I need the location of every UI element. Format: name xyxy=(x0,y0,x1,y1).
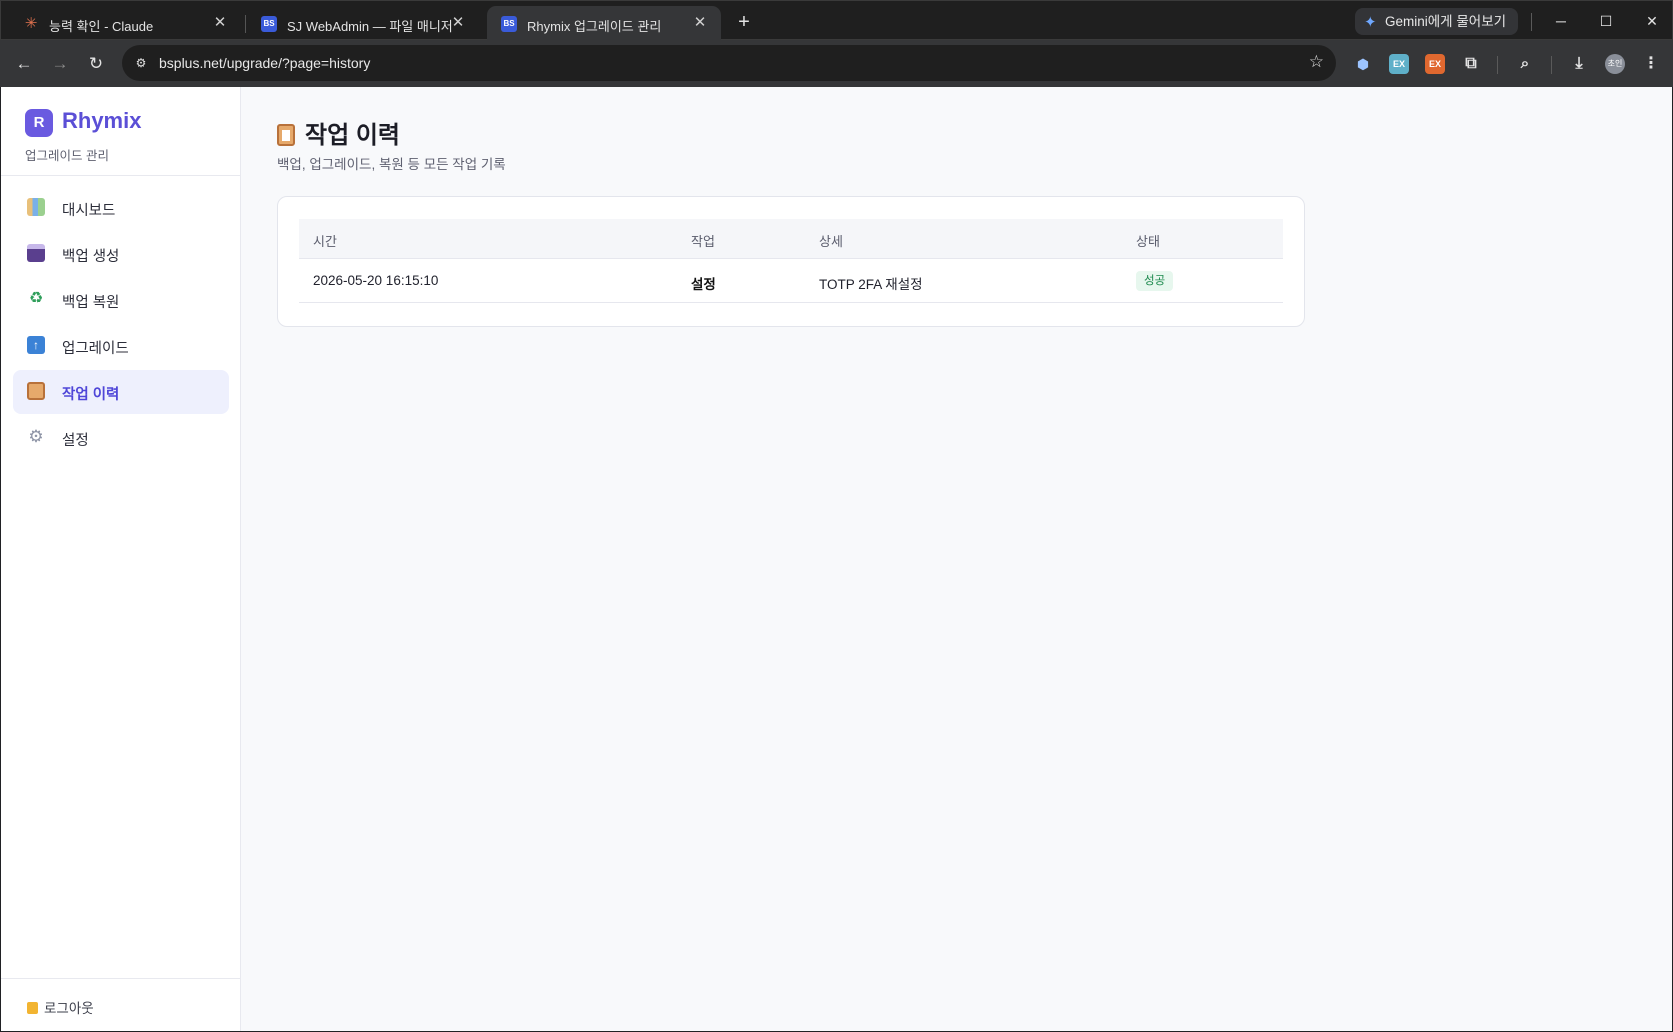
divider xyxy=(1,175,241,176)
gemini-sparkle-icon: ✦ xyxy=(1364,14,1377,31)
sidebar-item-dashboard[interactable]: 대시보드 xyxy=(13,186,229,230)
logout-label: 로그아웃 xyxy=(44,1001,94,1016)
menu-kebab-icon[interactable]: ⋮ xyxy=(1641,54,1661,74)
cell-detail: TOTP 2FA 재설정 xyxy=(819,277,923,292)
gear-icon: ⚙ xyxy=(28,427,44,446)
new-tab-button[interactable]: + xyxy=(731,10,757,36)
page: R Rhymix 업그레이드 관리 대시보드 백업 생성 ♻ 백업 복원 ↑ 업… xyxy=(1,87,1672,1031)
back-icon[interactable]: ← xyxy=(10,50,38,78)
sidebar-item-history[interactable]: 작업 이력 xyxy=(13,370,229,414)
status-badge: 성공 xyxy=(1136,271,1174,291)
page-title: 작업 이력 xyxy=(277,115,400,150)
sidebar-item-upgrade[interactable]: ↑ 업그레이드 xyxy=(13,324,229,368)
browser-tab-rhymix[interactable]: BS Rhymix 업그레이드 관리 ✕ xyxy=(487,6,721,41)
clipboard-icon xyxy=(277,124,295,146)
sidebar-item-settings[interactable]: ⚙ 설정 xyxy=(13,416,229,460)
cell-action: 설정 xyxy=(691,277,716,292)
extension-shield-icon[interactable]: ⬢ xyxy=(1353,54,1373,74)
sidebar-item-label: 대시보드 xyxy=(62,203,116,219)
download-icon[interactable]: ⤓ xyxy=(1569,54,1589,74)
bs-icon: BS xyxy=(261,16,277,32)
bookmark-star-icon[interactable]: ☆ xyxy=(1309,52,1324,72)
browser-tab-strip: ✳ 능력 확인 - Claude ✕ BS SJ WebAdmin — 파일 매… xyxy=(0,0,1673,41)
tab-search-icon[interactable]: ⌕ xyxy=(1515,54,1535,74)
bar-chart-icon xyxy=(27,198,45,216)
tab-title: SJ WebAdmin — 파일 매니저 xyxy=(287,19,453,34)
sidebar-item-label: 작업 이력 xyxy=(62,387,120,403)
page-subtitle: 백업, 업그레이드, 복원 등 모든 작업 기록 xyxy=(277,157,506,172)
up-arrow-icon: ↑ xyxy=(27,336,45,354)
browser-toolbar: ← → ↻ ⚙ bsplus.net/upgrade/?page=history… xyxy=(0,40,1673,87)
browser-tab-claude[interactable]: ✳ 능력 확인 - Claude ✕ xyxy=(9,6,241,41)
extension-ex-icon[interactable]: EX xyxy=(1389,54,1409,74)
table-row: 2026-05-20 16:15:10 설정 TOTP 2FA 재설정 성공 xyxy=(299,259,1283,303)
lock-icon xyxy=(27,1002,38,1014)
column-header-time: 시간 xyxy=(313,234,337,249)
recycle-icon: ♻ xyxy=(28,290,44,307)
page-title-text: 작업 이력 xyxy=(305,122,400,149)
forward-icon[interactable]: → xyxy=(46,50,74,78)
divider xyxy=(1,978,241,979)
divider xyxy=(1497,56,1498,74)
rhymix-logo: R xyxy=(25,109,53,137)
divider xyxy=(1531,13,1532,31)
tab-title: Rhymix 업그레이드 관리 xyxy=(527,19,662,34)
browser-tab-webadmin[interactable]: BS SJ WebAdmin — 파일 매니저 ✕ xyxy=(247,6,479,41)
clipboard-icon xyxy=(27,382,45,400)
close-icon[interactable]: ✕ xyxy=(689,12,711,34)
logout-link[interactable]: 로그아웃 xyxy=(27,997,94,1017)
bs-icon: BS xyxy=(501,16,517,32)
brand-subtitle: 업그레이드 관리 xyxy=(25,149,109,163)
address-bar[interactable]: ⚙ bsplus.net/upgrade/?page=history ☆ xyxy=(122,45,1336,81)
column-header-action: 작업 xyxy=(691,234,715,249)
history-card: 시간 작업 상세 상태 2026-05-20 16:15:10 설정 TOTP … xyxy=(277,196,1305,327)
cell-time: 2026-05-20 16:15:10 xyxy=(313,273,439,288)
tab-separator xyxy=(245,15,246,33)
table-header: 시간 작업 상세 상태 xyxy=(299,219,1283,259)
sidebar-item-label: 설정 xyxy=(62,433,89,449)
url-text[interactable]: bsplus.net/upgrade/?page=history xyxy=(159,55,370,71)
column-header-detail: 상세 xyxy=(819,234,843,249)
close-icon[interactable]: ✕ xyxy=(447,12,469,34)
sidebar: R Rhymix 업그레이드 관리 대시보드 백업 생성 ♻ 백업 복원 ↑ 업… xyxy=(1,87,241,1031)
reload-icon[interactable]: ↻ xyxy=(82,50,110,78)
divider xyxy=(1551,56,1552,74)
site-info-icon[interactable]: ⚙ xyxy=(131,53,151,73)
tab-title: 능력 확인 - Claude xyxy=(49,19,154,34)
extension-ex-orange-icon[interactable]: EX xyxy=(1425,54,1445,74)
floppy-disk-icon xyxy=(27,244,45,262)
sidebar-item-backup-create[interactable]: 백업 생성 xyxy=(13,232,229,276)
puzzle-icon[interactable]: ⧉ xyxy=(1461,54,1481,74)
gemini-button[interactable]: ✦ Gemini에게 물어보기 xyxy=(1355,8,1519,35)
minimize-icon[interactable]: ─ xyxy=(1546,7,1576,35)
claude-icon: ✳ xyxy=(24,15,38,32)
sidebar-item-label: 백업 복원 xyxy=(62,295,120,311)
sidebar-item-label: 백업 생성 xyxy=(62,249,120,265)
close-icon[interactable]: ✕ xyxy=(209,12,231,34)
sidebar-item-label: 업그레이드 xyxy=(62,341,129,357)
column-header-status: 상태 xyxy=(1136,234,1160,249)
brand-name: Rhymix xyxy=(62,108,142,133)
profile-avatar[interactable]: 초인 xyxy=(1605,54,1625,74)
gemini-label: Gemini에게 물어보기 xyxy=(1385,14,1507,29)
sidebar-item-backup-restore[interactable]: ♻ 백업 복원 xyxy=(13,278,229,322)
window-close-icon[interactable]: ✕ xyxy=(1637,7,1667,35)
maximize-icon[interactable]: ☐ xyxy=(1591,7,1621,35)
